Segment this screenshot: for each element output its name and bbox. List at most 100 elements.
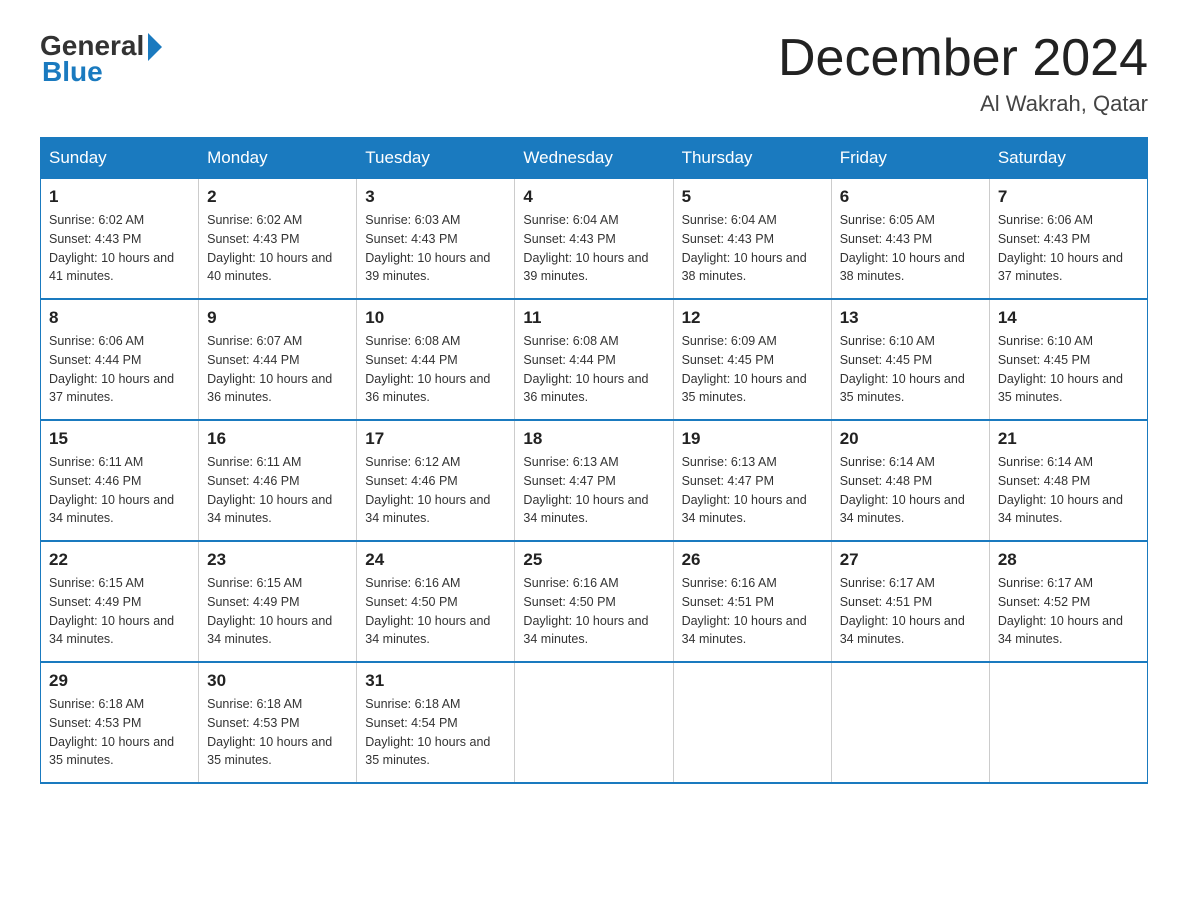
day-info: Sunrise: 6:05 AMSunset: 4:43 PMDaylight:… — [840, 213, 965, 283]
day-number: 15 — [49, 429, 190, 449]
calendar-cell: 5 Sunrise: 6:04 AMSunset: 4:43 PMDayligh… — [673, 179, 831, 300]
day-info: Sunrise: 6:07 AMSunset: 4:44 PMDaylight:… — [207, 334, 332, 404]
title-block: December 2024 Al Wakrah, Qatar — [778, 30, 1148, 117]
calendar-cell: 8 Sunrise: 6:06 AMSunset: 4:44 PMDayligh… — [41, 299, 199, 420]
header-sunday: Sunday — [41, 138, 199, 179]
day-number: 29 — [49, 671, 190, 691]
calendar-cell: 7 Sunrise: 6:06 AMSunset: 4:43 PMDayligh… — [989, 179, 1147, 300]
day-info: Sunrise: 6:02 AMSunset: 4:43 PMDaylight:… — [49, 213, 174, 283]
header-saturday: Saturday — [989, 138, 1147, 179]
day-number: 26 — [682, 550, 823, 570]
day-info: Sunrise: 6:10 AMSunset: 4:45 PMDaylight:… — [998, 334, 1123, 404]
calendar-header-row: SundayMondayTuesdayWednesdayThursdayFrid… — [41, 138, 1148, 179]
day-number: 16 — [207, 429, 348, 449]
day-number: 31 — [365, 671, 506, 691]
day-number: 3 — [365, 187, 506, 207]
page-header: General Blue December 2024 Al Wakrah, Qa… — [40, 30, 1148, 117]
day-number: 2 — [207, 187, 348, 207]
day-number: 14 — [998, 308, 1139, 328]
day-info: Sunrise: 6:17 AMSunset: 4:51 PMDaylight:… — [840, 576, 965, 646]
calendar-cell: 27 Sunrise: 6:17 AMSunset: 4:51 PMDaylig… — [831, 541, 989, 662]
day-info: Sunrise: 6:10 AMSunset: 4:45 PMDaylight:… — [840, 334, 965, 404]
header-friday: Friday — [831, 138, 989, 179]
calendar-week-1: 1 Sunrise: 6:02 AMSunset: 4:43 PMDayligh… — [41, 179, 1148, 300]
calendar-cell — [989, 662, 1147, 783]
day-info: Sunrise: 6:06 AMSunset: 4:44 PMDaylight:… — [49, 334, 174, 404]
calendar-cell: 14 Sunrise: 6:10 AMSunset: 4:45 PMDaylig… — [989, 299, 1147, 420]
month-title: December 2024 — [778, 30, 1148, 87]
calendar-cell: 12 Sunrise: 6:09 AMSunset: 4:45 PMDaylig… — [673, 299, 831, 420]
day-info: Sunrise: 6:15 AMSunset: 4:49 PMDaylight:… — [49, 576, 174, 646]
calendar-cell — [515, 662, 673, 783]
day-info: Sunrise: 6:13 AMSunset: 4:47 PMDaylight:… — [682, 455, 807, 525]
calendar-cell: 17 Sunrise: 6:12 AMSunset: 4:46 PMDaylig… — [357, 420, 515, 541]
day-info: Sunrise: 6:08 AMSunset: 4:44 PMDaylight:… — [523, 334, 648, 404]
logo-arrow-icon — [148, 33, 162, 61]
day-number: 8 — [49, 308, 190, 328]
day-number: 1 — [49, 187, 190, 207]
calendar-cell: 31 Sunrise: 6:18 AMSunset: 4:54 PMDaylig… — [357, 662, 515, 783]
day-number: 25 — [523, 550, 664, 570]
calendar-cell: 23 Sunrise: 6:15 AMSunset: 4:49 PMDaylig… — [199, 541, 357, 662]
day-number: 22 — [49, 550, 190, 570]
calendar-cell: 10 Sunrise: 6:08 AMSunset: 4:44 PMDaylig… — [357, 299, 515, 420]
day-number: 6 — [840, 187, 981, 207]
calendar-cell: 22 Sunrise: 6:15 AMSunset: 4:49 PMDaylig… — [41, 541, 199, 662]
day-number: 28 — [998, 550, 1139, 570]
calendar-cell: 25 Sunrise: 6:16 AMSunset: 4:50 PMDaylig… — [515, 541, 673, 662]
day-number: 10 — [365, 308, 506, 328]
day-number: 23 — [207, 550, 348, 570]
day-info: Sunrise: 6:13 AMSunset: 4:47 PMDaylight:… — [523, 455, 648, 525]
calendar-cell: 9 Sunrise: 6:07 AMSunset: 4:44 PMDayligh… — [199, 299, 357, 420]
calendar-week-4: 22 Sunrise: 6:15 AMSunset: 4:49 PMDaylig… — [41, 541, 1148, 662]
header-tuesday: Tuesday — [357, 138, 515, 179]
calendar-cell: 24 Sunrise: 6:16 AMSunset: 4:50 PMDaylig… — [357, 541, 515, 662]
calendar-cell: 11 Sunrise: 6:08 AMSunset: 4:44 PMDaylig… — [515, 299, 673, 420]
day-info: Sunrise: 6:04 AMSunset: 4:43 PMDaylight:… — [523, 213, 648, 283]
calendar-cell: 19 Sunrise: 6:13 AMSunset: 4:47 PMDaylig… — [673, 420, 831, 541]
day-number: 24 — [365, 550, 506, 570]
day-info: Sunrise: 6:04 AMSunset: 4:43 PMDaylight:… — [682, 213, 807, 283]
header-monday: Monday — [199, 138, 357, 179]
day-info: Sunrise: 6:14 AMSunset: 4:48 PMDaylight:… — [840, 455, 965, 525]
day-number: 4 — [523, 187, 664, 207]
day-info: Sunrise: 6:08 AMSunset: 4:44 PMDaylight:… — [365, 334, 490, 404]
calendar-cell — [673, 662, 831, 783]
calendar-cell: 21 Sunrise: 6:14 AMSunset: 4:48 PMDaylig… — [989, 420, 1147, 541]
calendar-table: SundayMondayTuesdayWednesdayThursdayFrid… — [40, 137, 1148, 784]
calendar-cell: 26 Sunrise: 6:16 AMSunset: 4:51 PMDaylig… — [673, 541, 831, 662]
day-number: 21 — [998, 429, 1139, 449]
calendar-cell: 3 Sunrise: 6:03 AMSunset: 4:43 PMDayligh… — [357, 179, 515, 300]
day-number: 30 — [207, 671, 348, 691]
calendar-cell: 4 Sunrise: 6:04 AMSunset: 4:43 PMDayligh… — [515, 179, 673, 300]
day-info: Sunrise: 6:11 AMSunset: 4:46 PMDaylight:… — [207, 455, 332, 525]
day-info: Sunrise: 6:09 AMSunset: 4:45 PMDaylight:… — [682, 334, 807, 404]
day-info: Sunrise: 6:03 AMSunset: 4:43 PMDaylight:… — [365, 213, 490, 283]
calendar-cell: 28 Sunrise: 6:17 AMSunset: 4:52 PMDaylig… — [989, 541, 1147, 662]
calendar-cell: 18 Sunrise: 6:13 AMSunset: 4:47 PMDaylig… — [515, 420, 673, 541]
calendar-week-3: 15 Sunrise: 6:11 AMSunset: 4:46 PMDaylig… — [41, 420, 1148, 541]
day-info: Sunrise: 6:16 AMSunset: 4:51 PMDaylight:… — [682, 576, 807, 646]
day-info: Sunrise: 6:16 AMSunset: 4:50 PMDaylight:… — [365, 576, 490, 646]
calendar-cell: 6 Sunrise: 6:05 AMSunset: 4:43 PMDayligh… — [831, 179, 989, 300]
day-info: Sunrise: 6:16 AMSunset: 4:50 PMDaylight:… — [523, 576, 648, 646]
day-info: Sunrise: 6:02 AMSunset: 4:43 PMDaylight:… — [207, 213, 332, 283]
logo: General Blue — [40, 30, 162, 88]
header-wednesday: Wednesday — [515, 138, 673, 179]
calendar-cell — [831, 662, 989, 783]
header-thursday: Thursday — [673, 138, 831, 179]
calendar-cell: 29 Sunrise: 6:18 AMSunset: 4:53 PMDaylig… — [41, 662, 199, 783]
day-info: Sunrise: 6:18 AMSunset: 4:53 PMDaylight:… — [49, 697, 174, 767]
day-info: Sunrise: 6:15 AMSunset: 4:49 PMDaylight:… — [207, 576, 332, 646]
day-number: 19 — [682, 429, 823, 449]
calendar-week-2: 8 Sunrise: 6:06 AMSunset: 4:44 PMDayligh… — [41, 299, 1148, 420]
day-info: Sunrise: 6:17 AMSunset: 4:52 PMDaylight:… — [998, 576, 1123, 646]
day-info: Sunrise: 6:18 AMSunset: 4:53 PMDaylight:… — [207, 697, 332, 767]
calendar-cell: 1 Sunrise: 6:02 AMSunset: 4:43 PMDayligh… — [41, 179, 199, 300]
day-number: 20 — [840, 429, 981, 449]
day-info: Sunrise: 6:14 AMSunset: 4:48 PMDaylight:… — [998, 455, 1123, 525]
day-number: 11 — [523, 308, 664, 328]
day-info: Sunrise: 6:12 AMSunset: 4:46 PMDaylight:… — [365, 455, 490, 525]
day-number: 17 — [365, 429, 506, 449]
location: Al Wakrah, Qatar — [778, 91, 1148, 117]
